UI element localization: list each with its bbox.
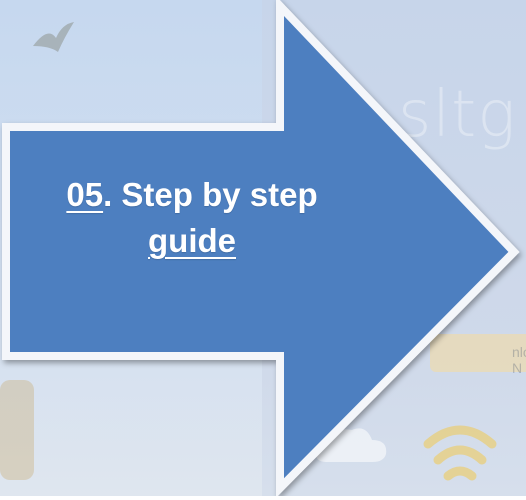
step-number: 05 bbox=[66, 176, 104, 213]
guide-link[interactable]: guide bbox=[148, 222, 236, 259]
step-guide-label[interactable]: 05. Step by step guide bbox=[32, 172, 352, 264]
step-title: . Step by step bbox=[103, 176, 318, 213]
